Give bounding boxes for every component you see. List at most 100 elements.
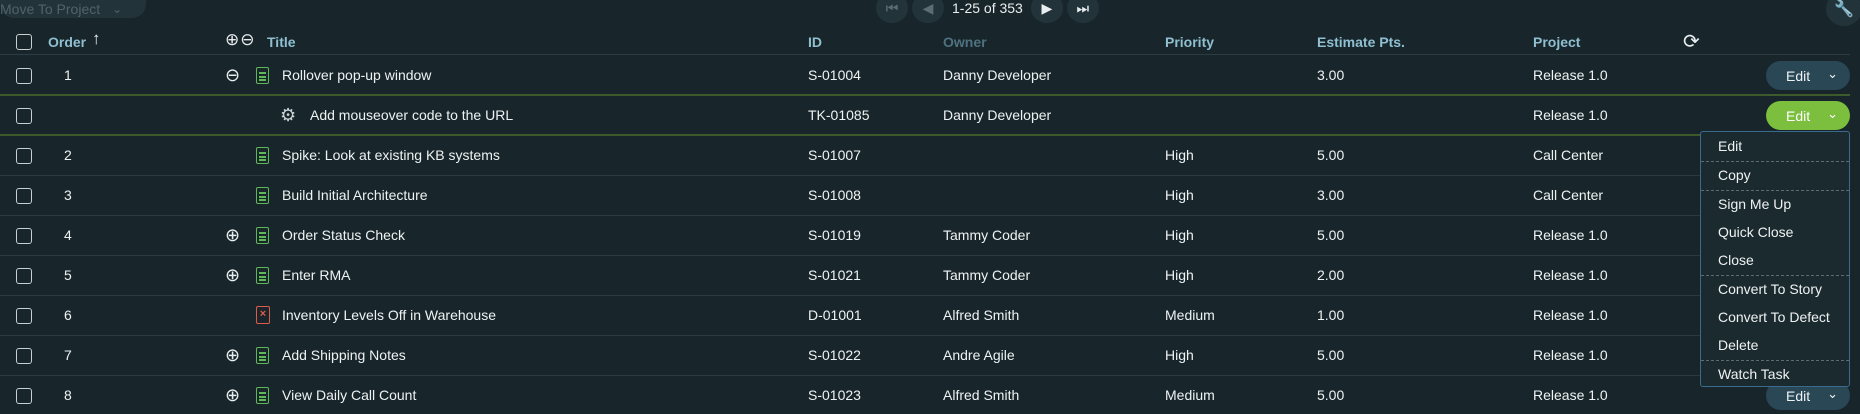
row-estimate: 3.00 (1317, 187, 1345, 203)
table-row[interactable]: 2 Spike: Look at existing KB systems S-0… (0, 136, 1850, 176)
chevron-down-icon: ⌄ (1827, 106, 1838, 121)
row-id[interactable]: S-01008 (808, 187, 861, 203)
row-id[interactable]: TK-01085 (808, 107, 869, 123)
prev-page-button[interactable]: ◀ (912, 0, 944, 23)
row-title[interactable]: View Daily Call Count (282, 387, 416, 403)
row-owner: Andre Agile (943, 347, 1015, 363)
row-estimate: 5.00 (1317, 387, 1345, 403)
refresh-icon[interactable]: ⟳ (1683, 29, 1700, 54)
story-icon (256, 67, 269, 84)
row-title[interactable]: Inventory Levels Off in Warehouse (282, 307, 496, 323)
row-project: Call Center (1533, 187, 1604, 203)
column-header-id[interactable]: ID (808, 34, 822, 50)
edit-button[interactable]: Edit ⌄ (1766, 101, 1850, 130)
expand-icon[interactable]: ⊕ (225, 225, 240, 246)
defect-icon: × (256, 306, 270, 324)
column-header-priority[interactable]: Priority (1165, 34, 1214, 50)
menu-divider (1701, 275, 1849, 276)
move-to-project-button[interactable]: Move To Project ⌄ (0, 0, 146, 18)
collapse-icon[interactable]: ⊖ (225, 65, 240, 86)
table-row[interactable]: 1 ⊖ Rollover pop-up window S-01004 Danny… (0, 56, 1850, 96)
story-icon (256, 227, 269, 244)
table-row[interactable]: 6 × Inventory Levels Off in Warehouse D-… (0, 296, 1850, 336)
expand-collapse-all-icon[interactable]: ⊕⊖ (225, 30, 256, 50)
row-priority: High (1165, 187, 1194, 203)
sort-ascending-icon[interactable]: ↑ (92, 29, 101, 49)
menu-item-quick-close[interactable]: Quick Close (1718, 224, 1793, 240)
row-checkbox[interactable] (16, 188, 32, 204)
menu-divider (1701, 360, 1849, 361)
row-title[interactable]: Build Initial Architecture (282, 187, 428, 203)
row-checkbox[interactable] (16, 348, 32, 364)
row-order: 5 (64, 267, 72, 283)
row-title[interactable]: Add mouseover code to the URL (310, 107, 513, 123)
story-icon (256, 387, 269, 404)
row-priority: High (1165, 267, 1194, 283)
menu-item-convert-to-defect[interactable]: Convert To Defect (1718, 309, 1830, 325)
row-order: 1 (64, 67, 72, 83)
tools-button[interactable]: 🔧 (1826, 0, 1860, 26)
story-icon (256, 267, 269, 284)
column-header-title[interactable]: Title (267, 34, 296, 50)
row-id[interactable]: D-01001 (808, 307, 862, 323)
row-priority: High (1165, 147, 1194, 163)
row-order: 2 (64, 147, 72, 163)
first-page-button[interactable]: ⏮ (876, 0, 908, 23)
menu-item-convert-to-story[interactable]: Convert To Story (1718, 281, 1822, 297)
column-header-owner[interactable]: Owner (943, 34, 987, 50)
menu-item-sign-me-up[interactable]: Sign Me Up (1718, 196, 1791, 212)
row-checkbox[interactable] (16, 68, 32, 84)
select-all-checkbox[interactable] (16, 34, 32, 50)
table-row[interactable]: 4 ⊕ Order Status Check S-01019 Tammy Cod… (0, 216, 1850, 256)
row-checkbox[interactable] (16, 228, 32, 244)
story-icon (256, 147, 269, 164)
menu-divider (1701, 190, 1849, 191)
row-id[interactable]: S-01021 (808, 267, 861, 283)
menu-item-copy[interactable]: Copy (1718, 167, 1751, 183)
row-order: 8 (64, 387, 72, 403)
row-id[interactable]: S-01022 (808, 347, 861, 363)
row-id[interactable]: S-01007 (808, 147, 861, 163)
row-estimate: 1.00 (1317, 307, 1345, 323)
table-row[interactable]: ⚙ Add mouseover code to the URL TK-01085… (0, 96, 1850, 136)
row-priority: Medium (1165, 307, 1215, 323)
menu-item-watch-task[interactable]: Watch Task (1718, 366, 1790, 382)
row-title[interactable]: Enter RMA (282, 267, 350, 283)
expand-icon[interactable]: ⊕ (225, 345, 240, 366)
row-estimate: 3.00 (1317, 67, 1345, 83)
column-header-project[interactable]: Project (1533, 34, 1580, 50)
edit-button[interactable]: Edit ⌄ (1766, 61, 1850, 90)
menu-item-delete[interactable]: Delete (1718, 337, 1758, 353)
row-checkbox[interactable] (16, 308, 32, 324)
row-project: Release 1.0 (1533, 347, 1608, 363)
expand-icon[interactable]: ⊕ (225, 385, 240, 406)
menu-item-close[interactable]: Close (1718, 252, 1754, 268)
row-id[interactable]: S-01019 (808, 227, 861, 243)
table-row[interactable]: 8 ⊕ View Daily Call Count S-01023 Alfred… (0, 376, 1850, 414)
expand-icon[interactable]: ⊕ (225, 265, 240, 286)
menu-item-edit[interactable]: Edit (1718, 138, 1742, 154)
column-header-order[interactable]: Order (48, 34, 86, 50)
row-title[interactable]: Spike: Look at existing KB systems (282, 147, 500, 163)
row-checkbox[interactable] (16, 388, 32, 404)
row-checkbox[interactable] (16, 148, 32, 164)
table-row[interactable]: 7 ⊕ Add Shipping Notes S-01022 Andre Agi… (0, 336, 1850, 376)
row-estimate: 2.00 (1317, 267, 1345, 283)
column-header-estimate[interactable]: Estimate Pts. (1317, 34, 1405, 50)
row-id[interactable]: S-01023 (808, 387, 861, 403)
row-order: 3 (64, 187, 72, 203)
next-page-button[interactable]: ▶ (1030, 0, 1063, 23)
table-row[interactable]: 3 Build Initial Architecture S-01008 Hig… (0, 176, 1850, 216)
row-priority: Medium (1165, 387, 1215, 403)
row-title[interactable]: Rollover pop-up window (282, 67, 431, 83)
row-checkbox[interactable] (16, 268, 32, 284)
task-gear-icon: ⚙ (280, 105, 297, 125)
table-row[interactable]: 5 ⊕ Enter RMA S-01021 Tammy Coder High 2… (0, 256, 1850, 296)
row-title[interactable]: Add Shipping Notes (282, 347, 406, 363)
last-page-button[interactable]: ⏭ (1066, 0, 1099, 23)
row-priority: High (1165, 347, 1194, 363)
row-checkbox[interactable] (16, 108, 32, 124)
row-title[interactable]: Order Status Check (282, 227, 405, 243)
row-id[interactable]: S-01004 (808, 67, 861, 83)
row-owner: Danny Developer (943, 67, 1052, 83)
